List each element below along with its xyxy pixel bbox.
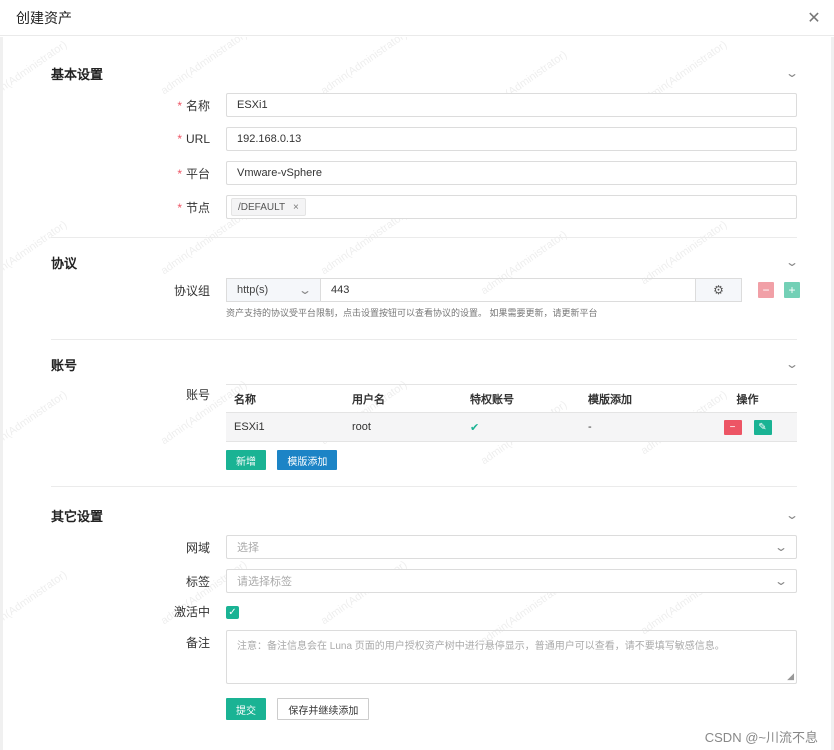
section-title: 协议 <box>51 255 78 271</box>
chevron-down-icon: ⌄ <box>773 540 789 554</box>
labels-row: 标签 请选择标签 ⌄ <box>51 569 797 593</box>
gear-icon: ⚙ <box>713 283 724 297</box>
comment-row: 备注 注意：备注信息会在 Luna 页面的用户授权资产树中进行悬停显示，普通用户… <box>51 630 797 684</box>
section-header[interactable]: 协议 ⌄ <box>51 242 799 282</box>
dialog-body: admin(Administrator) admin(Administrator… <box>0 37 834 750</box>
minus-icon: − <box>729 421 736 433</box>
column-header: 操作 <box>698 384 797 413</box>
node-select[interactable]: /DEFAULT × <box>226 195 797 219</box>
node-label: 节点 <box>185 200 210 215</box>
tag-remove-icon[interactable]: × <box>293 202 299 213</box>
resize-handle-icon[interactable]: ◢ <box>787 671 794 682</box>
section-title: 其它设置 <box>51 508 104 524</box>
active-label: 激活中 <box>173 605 210 619</box>
platform-label: 平台 <box>185 166 210 181</box>
node-row: * 节点 /DEFAULT × <box>51 195 797 219</box>
footer-credit: CSDN @~川流不息 <box>704 730 818 745</box>
labels-placeholder: 请选择标签 <box>237 576 292 588</box>
active-row: 激活中 ✓ <box>51 603 797 620</box>
chevron-down-icon: ⌄ <box>297 283 313 297</box>
domain-label: 网域 <box>185 540 210 555</box>
protocol-group-label: 协议组 <box>173 283 210 298</box>
protocol-section: 协议 ⌄ 协议组 http(s) ⌄ 443 ⚙ − + 资产支持的协议受平台限… <box>51 242 800 340</box>
domain-select[interactable]: 选择 ⌄ <box>226 535 797 559</box>
url-input[interactable]: 192.168.0.13 <box>226 127 797 151</box>
check-icon: ✔ <box>470 421 480 434</box>
account-username: root <box>344 412 462 442</box>
accounts-table: 名称 用户名 特权账号 模版添加 操作 ESXi1 root ✔ - − ✎ <box>226 384 797 442</box>
comment-textarea[interactable]: 注意：备注信息会在 Luna 页面的用户授权资产树中进行悬停显示，普通用户可以查… <box>226 630 797 684</box>
node-tag: /DEFAULT × <box>231 198 306 216</box>
add-protocol-button[interactable]: + <box>784 282 800 298</box>
name-input[interactable]: ESXi1 <box>226 93 797 117</box>
protocol-help-text: 资产支持的协议受平台限制，点击设置按钮可以查看协议的设置。 如果需要更新，请更新… <box>226 308 598 318</box>
other-settings-section: 其它设置 ⌄ 网域 选择 ⌄ 标签 请选择标签 ⌄ 激活中 ✓ 备注 注意：备注信息… <box>51 495 799 720</box>
chevron-down-icon[interactable]: ⌄ <box>785 255 799 269</box>
chevron-down-icon[interactable]: ⌄ <box>785 66 799 80</box>
required-mark: * <box>177 166 182 181</box>
domain-row: 网域 选择 ⌄ <box>51 535 797 559</box>
active-checkbox[interactable]: ✓ <box>226 606 239 619</box>
protocol-row: 协议组 http(s) ⌄ 443 ⚙ − + <box>51 278 800 302</box>
form-actions: 提交 保存并继续添加 <box>226 698 797 720</box>
labels-label: 标签 <box>185 574 210 589</box>
required-mark: * <box>177 98 182 113</box>
node-tag-label: /DEFAULT <box>238 201 286 213</box>
url-row: * URL 192.168.0.13 <box>51 127 797 151</box>
protocol-value: http(s) <box>237 284 269 296</box>
settings-gear-button[interactable]: ⚙ <box>696 278 742 302</box>
edit-icon: ✎ <box>758 421 767 433</box>
section-title: 账号 <box>51 357 78 373</box>
accounts-section: 账号 ⌄ 账号 名称 用户名 特权账号 模版添加 操作 ESXi1 root ✔… <box>51 344 799 487</box>
name-label: 名称 <box>185 98 210 113</box>
platform-row: * 平台 Vmware-vSphere <box>51 161 797 185</box>
required-mark: * <box>177 200 182 215</box>
comment-label: 备注 <box>185 636 210 650</box>
account-template: - <box>580 412 698 442</box>
delete-account-button[interactable]: − <box>723 419 742 435</box>
add-account-button[interactable]: 新增 <box>226 450 266 470</box>
accounts-label: 账号 <box>185 388 210 402</box>
url-label: URL <box>185 132 210 146</box>
section-header[interactable]: 基本设置 ⌄ <box>51 53 799 93</box>
column-header: 用户名 <box>344 384 462 413</box>
column-header: 模版添加 <box>580 384 698 413</box>
name-row: * 名称 ESXi1 <box>51 93 797 117</box>
protocol-select[interactable]: http(s) ⌄ <box>226 278 321 302</box>
chevron-down-icon[interactable]: ⌄ <box>785 357 799 371</box>
comment-placeholder: 注意：备注信息会在 Luna 页面的用户授权资产树中进行悬停显示，普通用户可以查… <box>237 641 725 652</box>
labels-select[interactable]: 请选择标签 ⌄ <box>226 569 797 593</box>
table-header-row: 名称 用户名 特权账号 模版添加 操作 <box>226 384 797 413</box>
table-row: ESXi1 root ✔ - − ✎ <box>226 412 797 442</box>
column-header: 特权账号 <box>462 384 580 413</box>
dialog-title: 创建资产 <box>16 9 72 26</box>
form-card: admin(Administrator) admin(Administrator… <box>3 37 831 750</box>
remove-protocol-button[interactable]: − <box>758 282 774 298</box>
section-title: 基本设置 <box>51 66 104 82</box>
domain-placeholder: 选择 <box>237 542 259 554</box>
section-header[interactable]: 账号 ⌄ <box>51 344 799 384</box>
platform-input[interactable]: Vmware-vSphere <box>226 161 797 185</box>
dialog-header: 创建资产 ✕ <box>0 0 834 36</box>
accounts-row: 账号 名称 用户名 特权账号 模版添加 操作 ESXi1 root ✔ - − … <box>51 384 797 470</box>
chevron-down-icon: ⌄ <box>773 574 789 588</box>
account-name: ESXi1 <box>226 412 344 442</box>
template-add-button[interactable]: 模版添加 <box>277 450 338 470</box>
submit-button[interactable]: 提交 <box>226 698 266 720</box>
required-mark: * <box>177 132 182 146</box>
section-header[interactable]: 其它设置 ⌄ <box>51 495 799 535</box>
save-continue-button[interactable]: 保存并继续添加 <box>277 698 370 720</box>
edit-account-button[interactable]: ✎ <box>753 419 772 435</box>
basic-settings-section: 基本设置 ⌄ * 名称 ESXi1 * URL 192.168.0.13 * 平台 V… <box>51 53 799 238</box>
chevron-down-icon[interactable]: ⌄ <box>785 508 799 522</box>
port-input[interactable]: 443 <box>321 278 696 302</box>
column-header: 名称 <box>226 384 344 413</box>
close-icon[interactable]: ✕ <box>804 8 824 28</box>
